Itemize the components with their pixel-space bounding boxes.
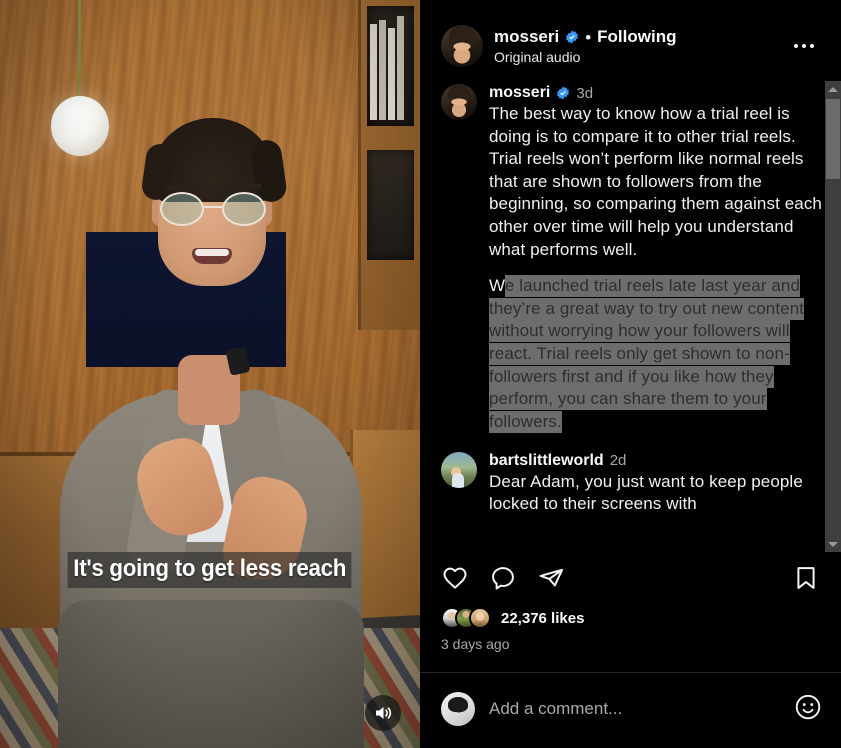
more-options-icon	[794, 44, 798, 48]
scroll-up-arrow-icon[interactable]	[825, 81, 841, 97]
post-header: mosseri • Following Original audio	[420, 0, 841, 78]
caption-body: mosseri 3d The best way to know how a tr…	[489, 84, 829, 434]
author-username[interactable]: mosseri	[494, 27, 559, 47]
current-user-avatar[interactable]	[441, 692, 475, 726]
speaker-on-icon	[376, 707, 392, 719]
add-comment-bar	[420, 673, 841, 745]
caption-timestamp: 3d	[576, 84, 594, 102]
scrollbar-thumb[interactable]	[826, 99, 840, 179]
post-details-pane: mosseri • Following Original audio mosse…	[420, 0, 841, 748]
verified-badge-icon	[557, 86, 570, 100]
caption-avatar[interactable]	[441, 84, 477, 120]
author-avatar[interactable]	[441, 25, 483, 67]
more-options-button[interactable]	[787, 29, 821, 63]
original-audio-label[interactable]: Original audio	[494, 49, 776, 65]
eyeglasses	[160, 192, 266, 226]
emoji-picker-button[interactable]	[793, 692, 823, 727]
comment-timestamp: 2d	[609, 452, 627, 470]
comments-scrollbar[interactable]	[825, 81, 841, 552]
share-paper-plane-icon	[539, 568, 564, 587]
comment-body: bartslittleworld 2d Dear Adam, you just …	[489, 452, 829, 516]
likes-row[interactable]: 22,376 likes	[420, 604, 841, 632]
video-subtitle-text: It's going to get less reach	[68, 552, 352, 588]
mouth	[192, 248, 232, 264]
save-button[interactable]	[792, 564, 820, 592]
add-comment-input[interactable]	[489, 699, 779, 719]
caption-paragraph-2: We launched trial reels late last year a…	[489, 275, 829, 433]
comments-list: mosseri 3d The best way to know how a tr…	[420, 78, 841, 552]
instagram-post-screen: It's going to get less reach mosseri • F…	[0, 0, 841, 748]
following-button[interactable]: Following	[597, 27, 676, 47]
caption-paragraph-1: The best way to know how a trial reel is…	[489, 104, 822, 259]
bookmark-icon	[797, 567, 815, 589]
caption-row: mosseri 3d The best way to know how a tr…	[441, 84, 829, 434]
caption-username[interactable]: mosseri	[489, 84, 550, 102]
scroll-down-arrow-icon[interactable]	[825, 536, 841, 552]
liker-avatar-3[interactable]	[469, 607, 491, 629]
comment-head: bartslittleworld 2d	[489, 452, 829, 470]
post-header-text: mosseri • Following Original audio	[494, 27, 776, 65]
header-separator: •	[585, 27, 592, 47]
trousers	[58, 600, 364, 748]
caption-paragraph-2-prefix: W	[489, 276, 505, 296]
caption-head: mosseri 3d	[489, 84, 829, 102]
liker-avatars[interactable]	[441, 607, 491, 629]
reel-video-player[interactable]: It's going to get less reach	[0, 0, 420, 748]
audio-toggle-button[interactable]	[365, 695, 401, 731]
lapel-microphone	[225, 346, 251, 376]
comment-row: bartslittleworld 2d Dear Adam, you just …	[441, 451, 829, 516]
comments-scroll-region[interactable]: mosseri 3d The best way to know how a tr…	[420, 78, 841, 552]
like-button[interactable]	[441, 564, 469, 592]
share-button[interactable]	[537, 564, 565, 592]
caption-selected-text: e launched trial reels late last year an…	[489, 275, 805, 433]
post-action-bar	[420, 552, 841, 604]
comment-bubble-icon	[492, 567, 514, 590]
heart-icon	[443, 567, 467, 589]
post-header-line: mosseri • Following	[494, 27, 776, 47]
comment-text: Dear Adam, you just want to keep people …	[489, 471, 803, 514]
emoji-smiley-icon	[795, 694, 821, 719]
likes-count[interactable]: 22,376 likes	[501, 610, 584, 627]
post-timestamp: 3 days ago	[441, 636, 510, 652]
commenter-username[interactable]: bartslittleworld	[489, 452, 604, 470]
verified-badge-icon	[566, 30, 579, 44]
comment-button[interactable]	[489, 564, 517, 592]
commenter-avatar[interactable]	[441, 451, 477, 488]
person-in-video	[0, 0, 420, 748]
video-subtitle: It's going to get less reach	[0, 552, 420, 588]
